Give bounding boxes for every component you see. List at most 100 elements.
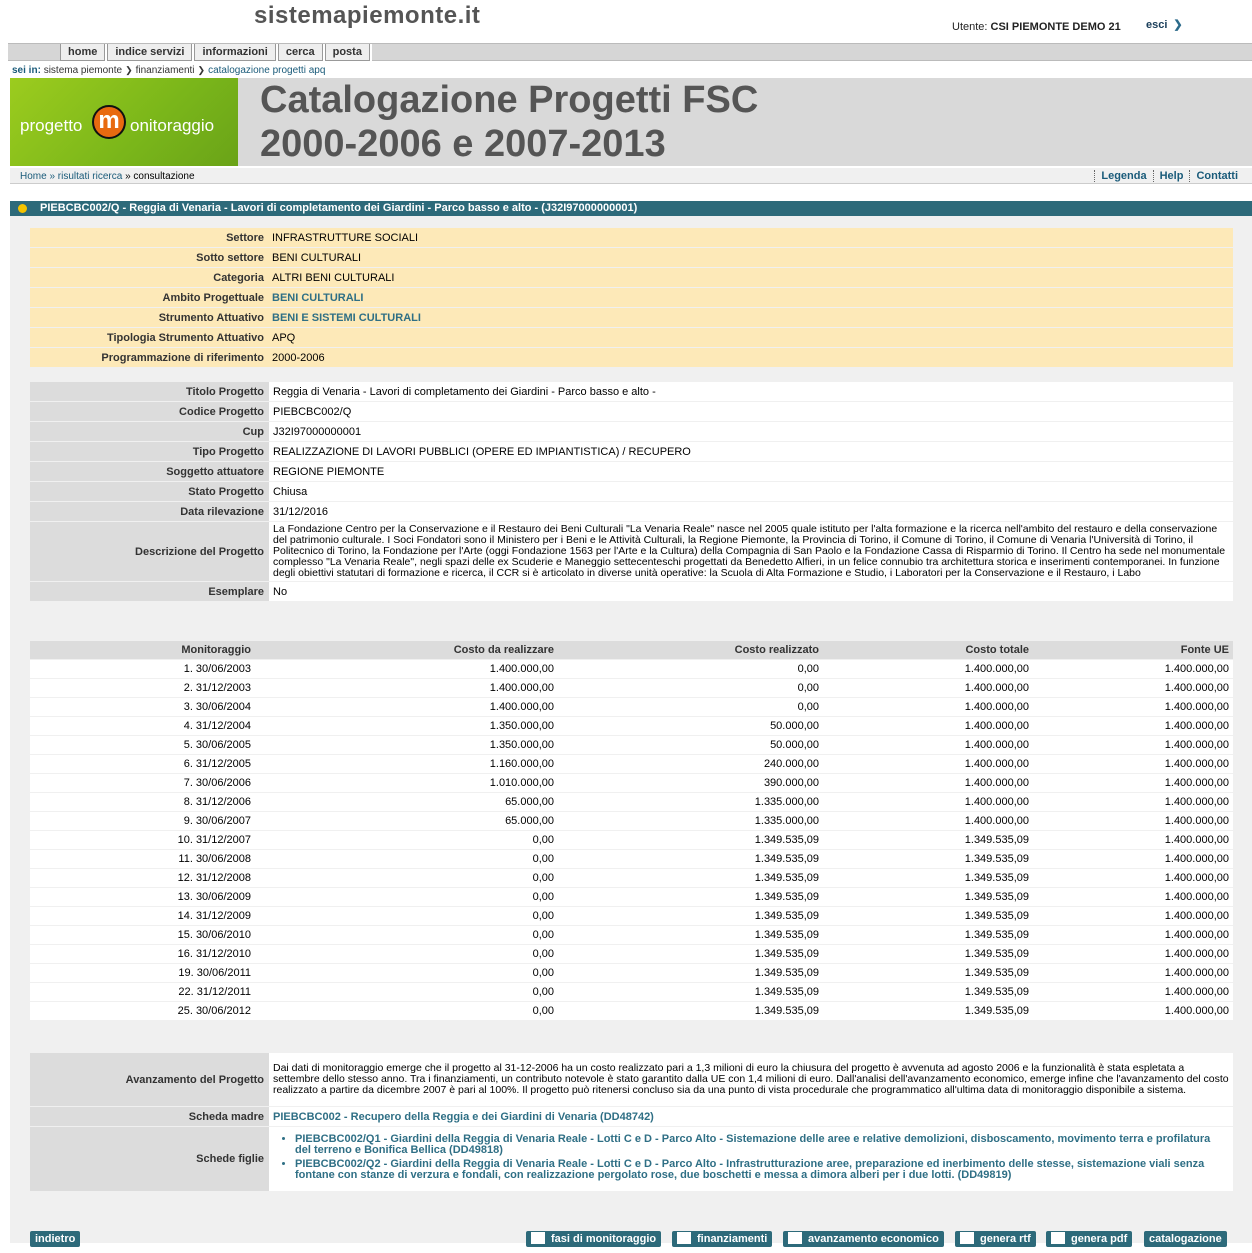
classification-table: Settore INFRASTRUTTURE SOCIALI Sotto sett… (30, 227, 1233, 368)
table-cell: 1.400.000,00 (1033, 926, 1233, 944)
table-row: Schede figlie PIEBCBC002/Q1 - Giardini d… (30, 1127, 1233, 1191)
table-row: Ambito Progettuale BENI CULTURALI (30, 288, 1233, 307)
chevron-right-icon: ❯ (125, 65, 133, 75)
chevron-right-icon: ❯ (197, 65, 206, 75)
row-label: Titolo Progetto (30, 382, 268, 401)
legenda-link[interactable]: Legenda (1094, 170, 1153, 182)
breadcrumb-home[interactable]: Home (20, 171, 47, 182)
catalogazione-button[interactable]: catalogazione (1144, 1231, 1227, 1247)
help-link[interactable]: Help (1152, 170, 1190, 182)
col-monitoraggio: Monitoraggio (30, 641, 255, 659)
esemplare-value: No (268, 582, 1233, 601)
row-value: APQ (268, 328, 1233, 347)
row-label: Data rilevazione (30, 502, 268, 521)
crumb-sistema-piemonte[interactable]: sistema piemonte (44, 65, 122, 76)
table-cell: 3. 30/06/2004 (30, 698, 255, 716)
indietro-button[interactable]: indietro (30, 1231, 81, 1247)
genera-pdf-button[interactable]: genera pdf (1046, 1231, 1133, 1247)
scheda-figlia-link[interactable]: PIEBCBC002/Q1 - Giardini della Reggia di… (295, 1134, 1229, 1156)
file-icon (960, 1232, 974, 1244)
table-cell: 0,00 (255, 850, 558, 868)
table-row: 3. 30/06/2004 1.400.000,00 0,00 1.400.000,0… (30, 698, 1233, 716)
location-breadcrumb: sei in: sistema piemonte ❯ finanziamenti ❯ c… (12, 65, 325, 76)
table-cell: 7. 30/06/2006 (30, 774, 255, 792)
table-cell: 1.400.000,00 (823, 717, 1033, 735)
project-header-text: PIEBCBC002/Q - Reggia di Venaria - Lavor… (40, 202, 638, 214)
table-cell: 1.349.535,09 (558, 850, 823, 868)
fasi-monitoraggio-button[interactable]: fasi di monitoraggio (526, 1231, 662, 1247)
ambito-link[interactable]: BENI CULTURALI (268, 288, 1233, 307)
table-row: Titolo Progetto Reggia di Venaria - Lavor… (30, 382, 1233, 401)
crumb-finanziamenti[interactable]: finanziamenti (136, 65, 195, 76)
nav-cerca[interactable]: cerca (277, 44, 323, 61)
table-row: 7. 30/06/2006 1.010.000,00 390.000,00 1.400… (30, 774, 1233, 792)
crumb-current: catalogazione progetti apq (208, 65, 326, 76)
table-row: 1. 30/06/2003 1.400.000,00 0,00 1.400.000,0… (30, 660, 1233, 678)
table-row: Data rilevazione 31/12/2016 (30, 502, 1233, 521)
row-label: Soggetto attuatore (30, 462, 268, 481)
row-label: Programmazione di riferimento (30, 348, 268, 367)
scheda-madre-link[interactable]: PIEBCBC002 - Recupero della Reggia e dei… (268, 1107, 1233, 1126)
table-cell: 1.400.000,00 (1033, 812, 1233, 830)
nav-posta[interactable]: posta (324, 44, 370, 61)
table-cell: 14. 31/12/2009 (30, 907, 255, 925)
row-label: Sotto settore (30, 248, 268, 267)
row-value: 2000-2006 (268, 348, 1233, 367)
table-row: 5. 30/06/2005 1.350.000,00 50.000,00 1.400.… (30, 736, 1233, 754)
strumento-link[interactable]: BENI E SISTEMI CULTURALI (268, 308, 1233, 327)
breadcrumb-risultati[interactable]: » risultati ricerca (49, 171, 122, 182)
table-row: Tipo Progetto REALIZZAZIONE DI LAVORI PUB… (30, 442, 1233, 461)
table-row: 13. 30/06/2009 0,00 1.349.535,09 1.349.535,… (30, 888, 1233, 906)
rtf-label: genera rtf (980, 1233, 1031, 1245)
project-details-table: Titolo Progetto Reggia di Venaria - Lavor… (30, 381, 1233, 602)
table-cell: 1.349.535,09 (823, 869, 1033, 887)
top-bar: sistemapiemonte.it Utente: CSI PIEMONTE … (0, 0, 1252, 42)
action-bar: indietro fasi di monitoraggio finanziame… (0, 1231, 1252, 1247)
nav-home[interactable]: home (60, 44, 106, 61)
table-cell: 12. 31/12/2008 (30, 869, 255, 887)
logo-text-right: onitoraggio (130, 116, 215, 135)
table-row: Scheda madre PIEBCBC002 - Recupero della… (30, 1107, 1233, 1126)
monitoring-table: Monitoraggio Costo da realizzare Costo r… (30, 640, 1233, 1021)
genera-rtf-button[interactable]: genera rtf (955, 1231, 1036, 1247)
user-info: Utente: CSI PIEMONTE DEMO 21 (952, 21, 1121, 33)
table-cell: 1.349.535,09 (558, 983, 823, 1001)
location-label: sei in: (12, 65, 41, 76)
table-cell: 1.349.535,09 (558, 907, 823, 925)
row-label: Codice Progetto (30, 402, 268, 421)
table-cell: 1.349.535,09 (823, 983, 1033, 1001)
nav-indice-servizi[interactable]: indice servizi (107, 44, 193, 61)
table-cell: 8. 31/12/2006 (30, 793, 255, 811)
table-cell: 1.400.000,00 (1033, 660, 1233, 678)
logo-text-left: progetto (20, 116, 83, 135)
schede-figlie: PIEBCBC002/Q1 - Giardini della Reggia di… (268, 1127, 1233, 1191)
scheda-figlia-link[interactable]: PIEBCBC002/Q2 - Giardini della Reggia di… (295, 1159, 1229, 1181)
table-cell: 1.349.535,09 (823, 888, 1033, 906)
descrizione-value: La Fondazione Centro per la Conservazion… (268, 522, 1233, 581)
table-cell: 16. 31/12/2010 (30, 945, 255, 963)
finanziamenti-button[interactable]: finanziamenti (672, 1231, 773, 1247)
table-cell: 1.400.000,00 (1033, 888, 1233, 906)
logout-link[interactable]: esci ❯ (1146, 18, 1183, 31)
avanzamento-value: Dai dati di monitoraggio emerge che il p… (268, 1053, 1233, 1106)
pdf-icon (1051, 1232, 1065, 1244)
table-cell: 0,00 (255, 907, 558, 925)
table-row: Programmazione di riferimento 2000-2006 (30, 348, 1233, 367)
avanzamento-economico-button[interactable]: avanzamento economico (783, 1231, 944, 1247)
logout-label[interactable]: esci (1146, 19, 1167, 31)
table-cell: 0,00 (255, 831, 558, 849)
nav-tabs: home indice servizi informazioni cerca p… (60, 44, 372, 61)
progetto-monitoraggio-logo: progetto m onitoraggio (10, 78, 238, 166)
breadcrumb-consultazione: » consultazione (125, 171, 195, 182)
table-row: Settore INFRASTRUTTURE SOCIALI (30, 228, 1233, 247)
table-row: 4. 31/12/2004 1.350.000,00 50.000,00 1.400.… (30, 717, 1233, 735)
table-cell: 0,00 (255, 888, 558, 906)
contatti-link[interactable]: Contatti (1189, 170, 1244, 182)
table-cell: 1.400.000,00 (1033, 983, 1233, 1001)
table-cell: 1.400.000,00 (1033, 1002, 1233, 1020)
row-label: Schede figlie (30, 1127, 268, 1191)
nav-informazioni[interactable]: informazioni (194, 44, 276, 61)
site-title: sistemapiemonte.it (254, 2, 481, 29)
table-cell: 0,00 (558, 660, 823, 678)
table-cell: 1.400.000,00 (1033, 736, 1233, 754)
